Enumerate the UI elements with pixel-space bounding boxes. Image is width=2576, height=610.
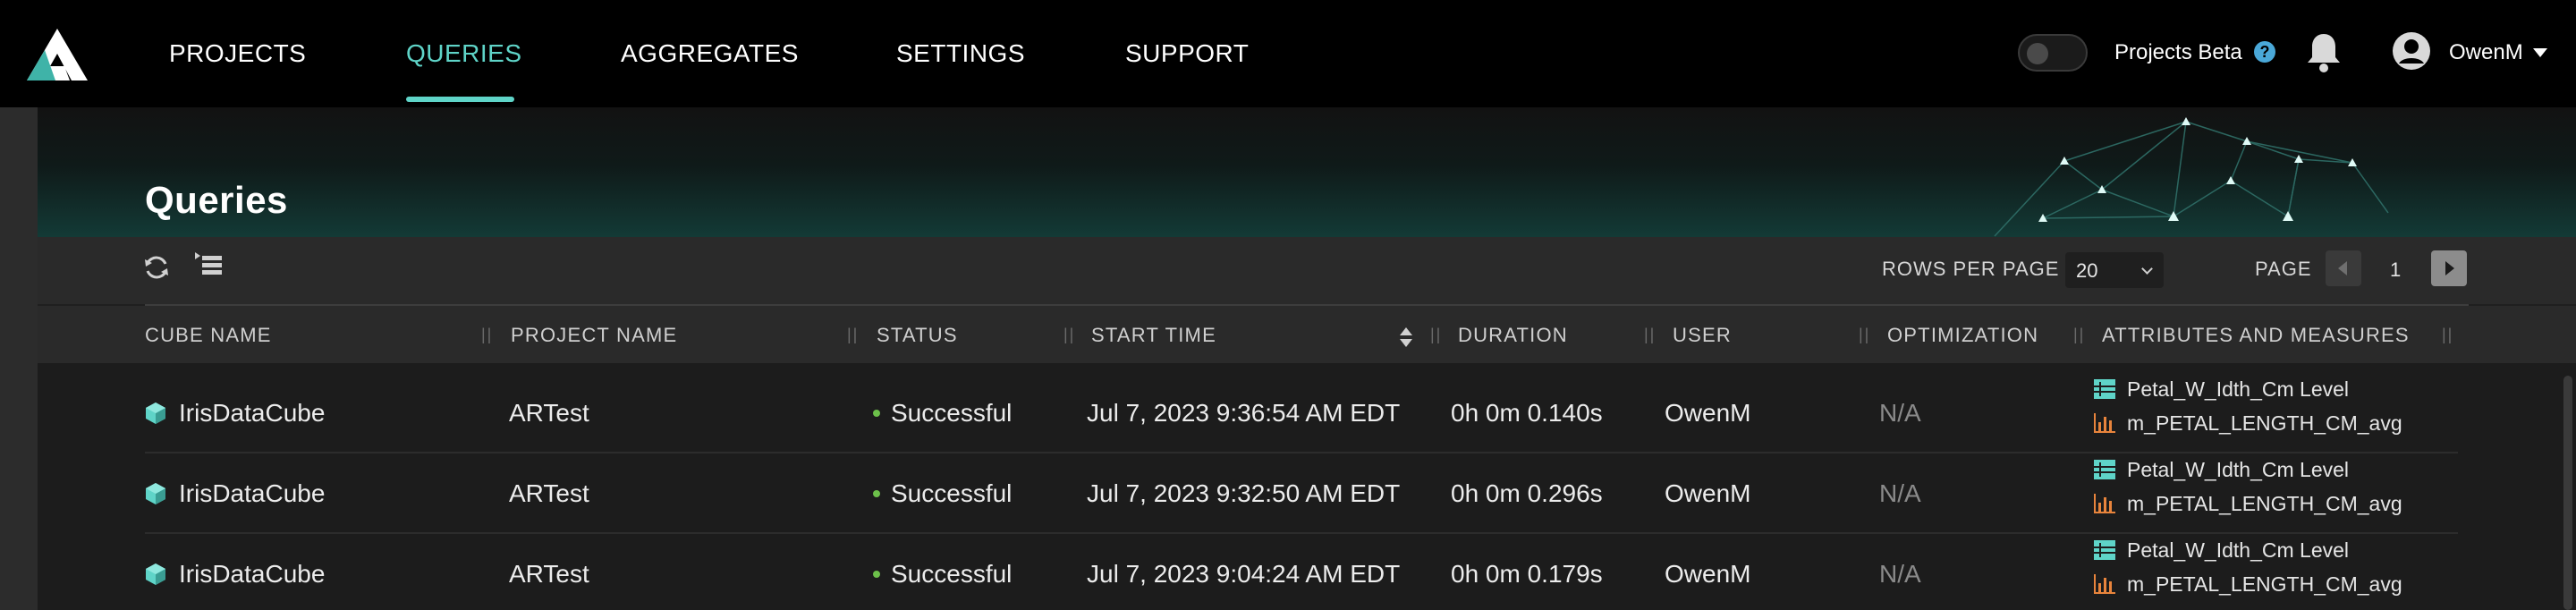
column-resize-handle[interactable]: || — [1430, 326, 1442, 344]
column-header-status[interactable]: STATUS — [877, 324, 958, 347]
measure-label: m_PETAL_LENGTH_CM_avg — [2127, 572, 2402, 596]
chevron-down-icon[interactable] — [2533, 48, 2547, 57]
vertical-scrollbar[interactable] — [2563, 376, 2572, 610]
column-header-project-name[interactable]: PROJECT NAME — [511, 324, 677, 347]
project-name-cell: ARTest — [509, 399, 589, 427]
column-header-optimization[interactable]: OPTIMIZATION — [1887, 324, 2038, 347]
optimization-cell: N/A — [1879, 479, 1921, 507]
column-list-icon[interactable] — [193, 250, 224, 281]
bar-chart-icon — [2094, 574, 2115, 594]
bar-chart-icon — [2094, 494, 2115, 513]
status-cell: Successful — [891, 399, 1013, 427]
column-resize-handle[interactable]: || — [481, 326, 493, 344]
column-resize-handle[interactable]: || — [2073, 326, 2085, 344]
rows-per-page-value: 20 — [2076, 259, 2098, 282]
project-name-cell: ARTest — [509, 560, 589, 588]
previous-page-button[interactable] — [2326, 250, 2361, 286]
network-graphic — [1994, 117, 2389, 237]
rows-per-page-label: ROWS PER PAGE — [1882, 258, 2060, 280]
duration-cell: 0h 0m 0.179s — [1451, 560, 1603, 588]
optimization-cell: N/A — [1879, 560, 1921, 588]
status-cell: Successful — [891, 560, 1013, 588]
user-cell: OwenM — [1665, 479, 1751, 507]
chevron-down-icon — [2141, 263, 2153, 275]
cube-icon — [146, 402, 165, 424]
attribute-label: Petal_W_Idth_Cm Level — [2127, 538, 2350, 562]
attribute-label: Petal_W_Idth_Cm Level — [2127, 377, 2350, 401]
page-header-banner — [38, 107, 2576, 237]
table-icon — [2094, 540, 2115, 560]
next-page-button[interactable] — [2431, 250, 2467, 286]
notifications-bell-icon[interactable] — [2304, 30, 2343, 73]
page-title: Queries — [145, 179, 288, 221]
rows-per-page-select[interactable]: 20 — [2065, 252, 2164, 288]
status-cell: Successful — [891, 479, 1013, 507]
column-header-start-time[interactable]: START TIME — [1091, 324, 1216, 347]
user-cell: OwenM — [1665, 560, 1751, 588]
toggle-knob — [2027, 43, 2048, 64]
nav-aggregates[interactable]: AGGREGATES — [621, 0, 799, 107]
cube-icon — [146, 483, 165, 504]
user-menu-name[interactable]: OwenM — [2449, 0, 2523, 106]
sort-icon[interactable] — [1399, 326, 1413, 349]
column-header-attributes-and-measures[interactable]: ATTRIBUTES AND MEASURES — [2102, 324, 2410, 347]
bar-chart-icon — [2094, 413, 2115, 433]
start-time-cell: Jul 7, 2023 9:36:54 AM EDT — [1087, 399, 1401, 427]
left-side-rail — [0, 107, 38, 610]
nav-queries[interactable]: QUERIES — [406, 0, 522, 107]
table-icon — [2094, 379, 2115, 399]
projects-beta-toggle[interactable] — [2018, 34, 2088, 72]
status-success-dot — [873, 571, 880, 578]
column-resize-handle[interactable]: || — [847, 326, 859, 344]
page-label: PAGE — [2255, 258, 2312, 280]
optimization-cell: N/A — [1879, 399, 1921, 427]
column-header-cube-name[interactable]: CUBE NAME — [145, 324, 272, 347]
active-tab-indicator — [406, 97, 514, 102]
row-divider — [145, 452, 2458, 453]
cube-icon — [146, 563, 165, 585]
cube-name-cell[interactable]: IrisDataCube — [179, 560, 325, 589]
status-success-dot — [873, 410, 880, 417]
user-cell: OwenM — [1665, 399, 1751, 427]
attribute-label: Petal_W_Idth_Cm Level — [2127, 458, 2350, 481]
measure-label: m_PETAL_LENGTH_CM_avg — [2127, 492, 2402, 515]
app-logo-icon[interactable] — [25, 27, 89, 82]
refresh-icon[interactable] — [141, 252, 172, 283]
projects-beta-label: Projects Beta — [2114, 40, 2242, 64]
start-time-cell: Jul 7, 2023 9:04:24 AM EDT — [1087, 560, 1401, 588]
chevron-right-icon — [2445, 261, 2454, 275]
column-resize-handle[interactable]: || — [1644, 326, 1656, 344]
current-page-number: 1 — [2390, 258, 2402, 281]
column-header-duration[interactable]: DURATION — [1458, 324, 1568, 347]
table-toolbar — [38, 237, 2576, 304]
nav-support[interactable]: SUPPORT — [1125, 0, 1249, 107]
start-time-cell: Jul 7, 2023 9:32:50 AM EDT — [1087, 479, 1401, 507]
measure-label: m_PETAL_LENGTH_CM_avg — [2127, 411, 2402, 435]
chevron-left-icon — [2338, 261, 2347, 275]
column-header-user[interactable]: USER — [1673, 324, 1732, 347]
cube-name-cell[interactable]: IrisDataCube — [179, 399, 325, 428]
row-divider — [145, 532, 2458, 534]
nav-projects[interactable]: PROJECTS — [169, 0, 306, 107]
top-navigation-bar: PROJECTS QUERIES AGGREGATES SETTINGS SUP… — [0, 0, 2576, 107]
nav-settings[interactable]: SETTINGS — [896, 0, 1025, 107]
help-icon[interactable]: ? — [2254, 41, 2275, 63]
column-resize-handle[interactable]: || — [1063, 326, 1075, 344]
status-success-dot — [873, 490, 880, 497]
project-name-cell: ARTest — [509, 479, 589, 507]
table-icon — [2094, 460, 2115, 479]
duration-cell: 0h 0m 0.296s — [1451, 479, 1603, 507]
cube-name-cell[interactable]: IrisDataCube — [179, 479, 325, 508]
column-resize-handle[interactable]: || — [1859, 326, 1870, 344]
user-avatar-icon[interactable] — [2392, 31, 2431, 71]
duration-cell: 0h 0m 0.140s — [1451, 399, 1603, 427]
column-resize-handle[interactable]: || — [2442, 326, 2453, 344]
